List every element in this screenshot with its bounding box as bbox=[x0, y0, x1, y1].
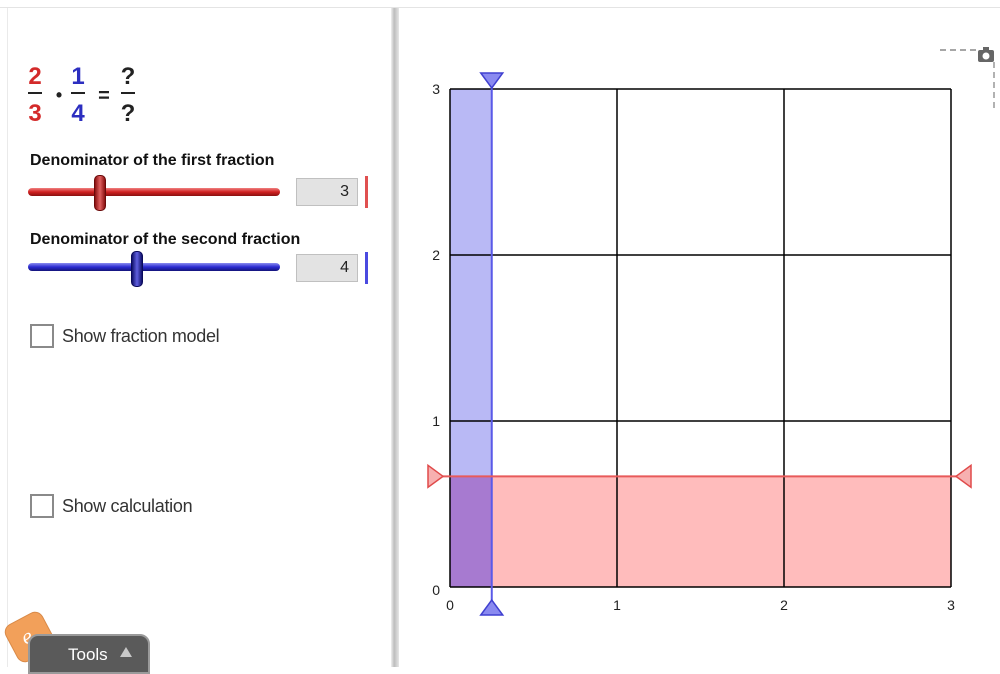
x-tick-label: 1 bbox=[613, 597, 621, 613]
y-tick-label: 0 bbox=[432, 582, 440, 598]
overlap-region bbox=[450, 476, 492, 587]
x-tick-label: 0 bbox=[446, 597, 454, 613]
horizontal-line-right-handle[interactable] bbox=[954, 463, 972, 489]
camera-icon[interactable] bbox=[940, 47, 995, 110]
x-tick-label: 2 bbox=[780, 597, 788, 613]
horizontal-line-left-handle[interactable] bbox=[427, 463, 445, 489]
y-tick-label: 2 bbox=[432, 247, 440, 263]
red-fraction-region bbox=[450, 476, 951, 587]
vertical-line-top-handle[interactable] bbox=[479, 72, 505, 90]
y-tick-label: 1 bbox=[432, 413, 440, 429]
vertical-line-bottom-handle[interactable] bbox=[479, 598, 505, 616]
x-tick-label: 3 bbox=[947, 597, 955, 613]
area-model-graph: 0 1 2 3 0 1 2 3 bbox=[427, 47, 995, 616]
y-tick-label: 3 bbox=[432, 81, 440, 97]
